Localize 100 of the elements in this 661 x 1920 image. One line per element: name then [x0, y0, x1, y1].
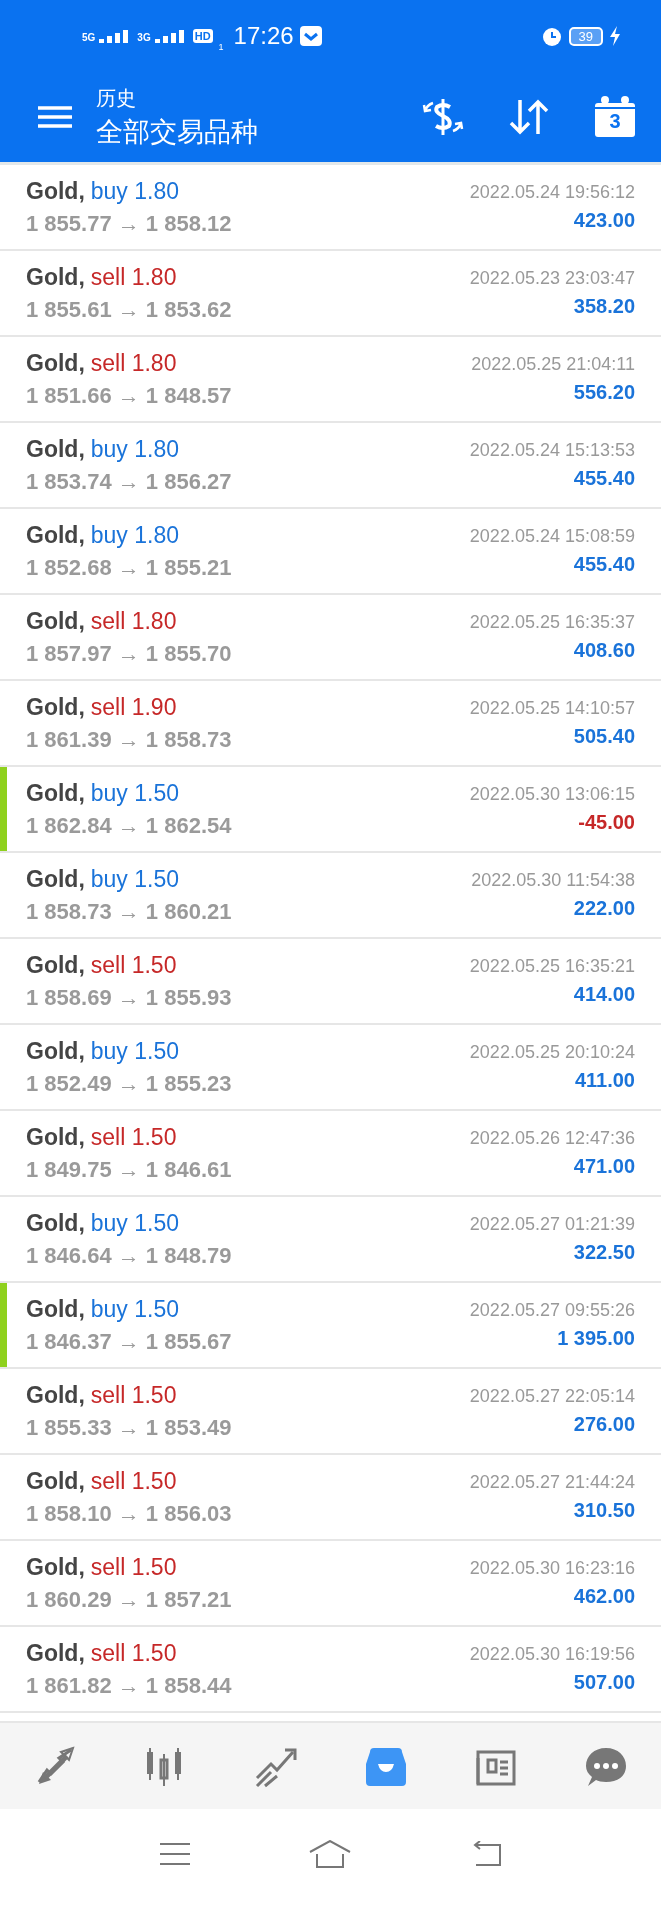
profit-value: 411.00 — [574, 1069, 635, 1092]
trade-time: 2022.05.27 01:21:39 — [469, 1214, 635, 1235]
screen-title: 全部交易品种 — [96, 115, 259, 149]
price-range: 1 860.29 → 1 857.21 — [26, 1586, 232, 1613]
profit-value: 414.00 — [573, 983, 635, 1006]
profit-value: 310.50 — [573, 1499, 635, 1522]
trade-time: 2022.05.25 21:04:11 — [471, 354, 635, 375]
trade-row[interactable]: Gold, buy 1.50 1 858.73 → 1 860.21 2022.05.30 11:54:38 222.00 — [0, 853, 661, 939]
trade-row[interactable]: Gold, sell 1.50 1 858.10 → 1 856.03 2022.05.27 21:44:24 310.50 — [0, 1455, 661, 1541]
profit-value: 556.20 — [573, 381, 635, 404]
order-type: buy 1.50 — [90, 865, 180, 893]
profit-value: 455.40 — [573, 467, 635, 490]
profit-value: -45.00 — [578, 811, 635, 834]
order-type: buy 1.80 — [90, 177, 180, 205]
price-range: 1 861.82 → 1 858.44 — [26, 1672, 232, 1699]
price-range: 1 858.10 → 1 856.03 — [26, 1500, 232, 1527]
order-type: buy 1.50 — [90, 779, 180, 807]
notification-icon — [299, 26, 322, 46]
trade-time: 2022.05.24 15:13:53 — [469, 440, 635, 461]
order-type: buy 1.50 — [90, 1037, 180, 1065]
profit-value: 505.40 — [573, 725, 635, 748]
order-type: sell 1.80 — [90, 349, 177, 377]
trade-row[interactable]: Gold, sell 1.90 1 861.39 → 1 858.73 2022.05.25 14:10:57 505.40 — [0, 681, 661, 767]
trade-row[interactable]: Gold, buy 1.50 1 852.49 → 1 855.23 2022.05.25 20:10:24 411.00 — [0, 1025, 661, 1111]
symbol-label: Gold, — [26, 1295, 85, 1323]
price-range: 1 858.73 → 1 860.21 — [26, 898, 232, 925]
profit-value: 222.00 — [573, 897, 635, 920]
menu-icon — [38, 105, 72, 129]
trade-time: 2022.05.24 15:08:59 — [469, 526, 635, 547]
order-type: buy 1.50 — [90, 1209, 180, 1237]
trade-time: 2022.05.27 21:44:24 — [469, 1472, 635, 1493]
profit-value: 423.00 — [573, 209, 635, 232]
order-type: sell 1.80 — [90, 263, 177, 291]
currency-exchange-icon[interactable] — [421, 97, 465, 137]
symbol-label: Gold, — [26, 177, 85, 205]
trade-row[interactable]: Gold, sell 1.50 1 858.69 → 1 855.93 2022.05.25 16:35:21 414.00 — [0, 939, 661, 1025]
price-range: 1 851.66 → 1 848.57 — [26, 382, 232, 409]
screen-subtitle: 历史 — [96, 85, 137, 111]
symbol-label: Gold, — [26, 1553, 85, 1581]
order-type: sell 1.50 — [90, 951, 177, 979]
trade-row[interactable]: Gold, buy 1.50 1 846.64 → 1 848.79 2022.05.27 01:21:39 322.50 — [0, 1197, 661, 1283]
price-range: 1 853.74 → 1 856.27 — [26, 468, 232, 495]
trade-time: 2022.05.25 14:10:57 — [469, 698, 635, 719]
price-range: 1 862.84 → 1 862.54 — [26, 812, 232, 839]
order-type: sell 1.90 — [90, 693, 177, 721]
trade-time: 2022.05.30 16:19:56 — [469, 1644, 635, 1665]
network-label: 3G — [137, 32, 151, 43]
trade-time: 2022.05.27 22:05:14 — [469, 1386, 635, 1407]
trade-row[interactable]: Gold, buy 1.80 1 852.68 → 1 855.21 2022.05.24 15:08:59 455.40 — [0, 509, 661, 595]
order-type: sell 1.50 — [90, 1467, 177, 1495]
price-range: 1 855.77 → 1 858.12 — [26, 210, 232, 237]
trade-time: 2022.05.30 16:23:16 — [469, 1558, 635, 1579]
price-range: 1 855.61 → 1 853.62 — [26, 296, 232, 323]
order-type: sell 1.50 — [90, 1381, 177, 1409]
symbol-label: Gold, — [26, 607, 85, 635]
trade-row[interactable]: Gold, sell 1.80 1 851.66 → 1 848.57 2022.05.25 21:04:11 556.20 — [0, 337, 661, 423]
trade-row[interactable]: Gold, buy 1.80 1 853.74 → 1 856.27 2022.05.24 15:13:53 455.40 — [0, 423, 661, 509]
price-range: 1 849.75 → 1 846.61 — [26, 1156, 232, 1183]
trade-row[interactable]: Gold, sell 1.50 1 849.75 → 1 846.61 2022.05.26 12:47:36 471.00 — [0, 1111, 661, 1197]
menu-icon[interactable] — [159, 1842, 190, 1866]
home-icon[interactable] — [308, 1840, 351, 1868]
symbol-label: Gold, — [26, 349, 85, 377]
battery-level: 39 — [568, 26, 603, 46]
profit-value: 276.00 — [573, 1413, 635, 1436]
trade-row[interactable]: Gold, sell 1.50 1 861.82 → 1 858.44 2022.05.30 16:19:56 507.00 — [0, 1627, 661, 1713]
trade-time: 2022.05.23 23:03:47 — [469, 268, 635, 289]
profit-value: 322.50 — [573, 1241, 635, 1264]
sim-label: 1 — [218, 42, 224, 52]
profit-value: 1 395.00 — [557, 1327, 635, 1350]
trade-time: 2022.05.25 16:35:37 — [469, 612, 635, 633]
trade-row[interactable]: Gold, sell 1.50 1 860.29 → 1 857.21 2022.05.30 16:23:16 462.00 — [0, 1541, 661, 1627]
trade-row[interactable]: Gold, sell 1.80 1 857.97 → 1 855.70 2022.05.25 16:35:37 408.60 — [0, 595, 661, 681]
symbol-label: Gold, — [26, 263, 85, 291]
trade-row[interactable]: Gold, sell 1.80 1 855.61 → 1 853.62 2022.05.23 23:03:47 358.20 — [0, 251, 661, 337]
price-range: 1 857.97 → 1 855.70 — [26, 640, 232, 667]
price-range: 1 852.49 → 1 855.23 — [26, 1070, 232, 1097]
hd-label: HD — [192, 29, 213, 43]
symbol-label: Gold, — [26, 1037, 85, 1065]
trade-time: 2022.05.30 11:54:38 — [471, 870, 635, 891]
order-type: buy 1.80 — [90, 521, 180, 549]
symbol-label: Gold, — [26, 1639, 85, 1667]
trade-row[interactable]: Gold, buy 1.50 1 846.37 → 1 855.67 2022.05.27 09:55:26 1 395.00 — [0, 1283, 661, 1369]
profit-value: 471.00 — [573, 1155, 635, 1178]
sort-icon[interactable] — [509, 98, 549, 136]
order-type: sell 1.80 — [90, 607, 177, 635]
trade-time: 2022.05.25 16:35:21 — [469, 956, 635, 977]
trade-row[interactable]: Gold, buy 1.80 1 855.77 → 1 858.12 2022.05.24 19:56:12 423.00 — [0, 165, 661, 251]
order-type: sell 1.50 — [90, 1553, 177, 1581]
trade-row[interactable]: Gold, sell 1.50 1 855.33 → 1 853.49 2022.05.27 22:05:14 276.00 — [0, 1369, 661, 1455]
trade-row[interactable]: Gold, buy 1.50 1 862.84 → 1 862.54 2022.05.30 13:06:15 -45.00 — [0, 767, 661, 853]
symbol-label: Gold, — [26, 435, 85, 463]
alarm-icon — [540, 25, 563, 47]
symbol-label: Gold, — [26, 1209, 85, 1237]
profit-value: 507.00 — [573, 1671, 635, 1694]
symbol-label: Gold, — [26, 693, 85, 721]
network-label: 5G — [82, 32, 96, 43]
trade-time: 2022.05.25 20:10:24 — [469, 1042, 635, 1063]
profit-value: 408.60 — [573, 639, 635, 662]
symbol-label: Gold, — [26, 1381, 85, 1409]
symbol-label: Gold, — [26, 1123, 85, 1151]
